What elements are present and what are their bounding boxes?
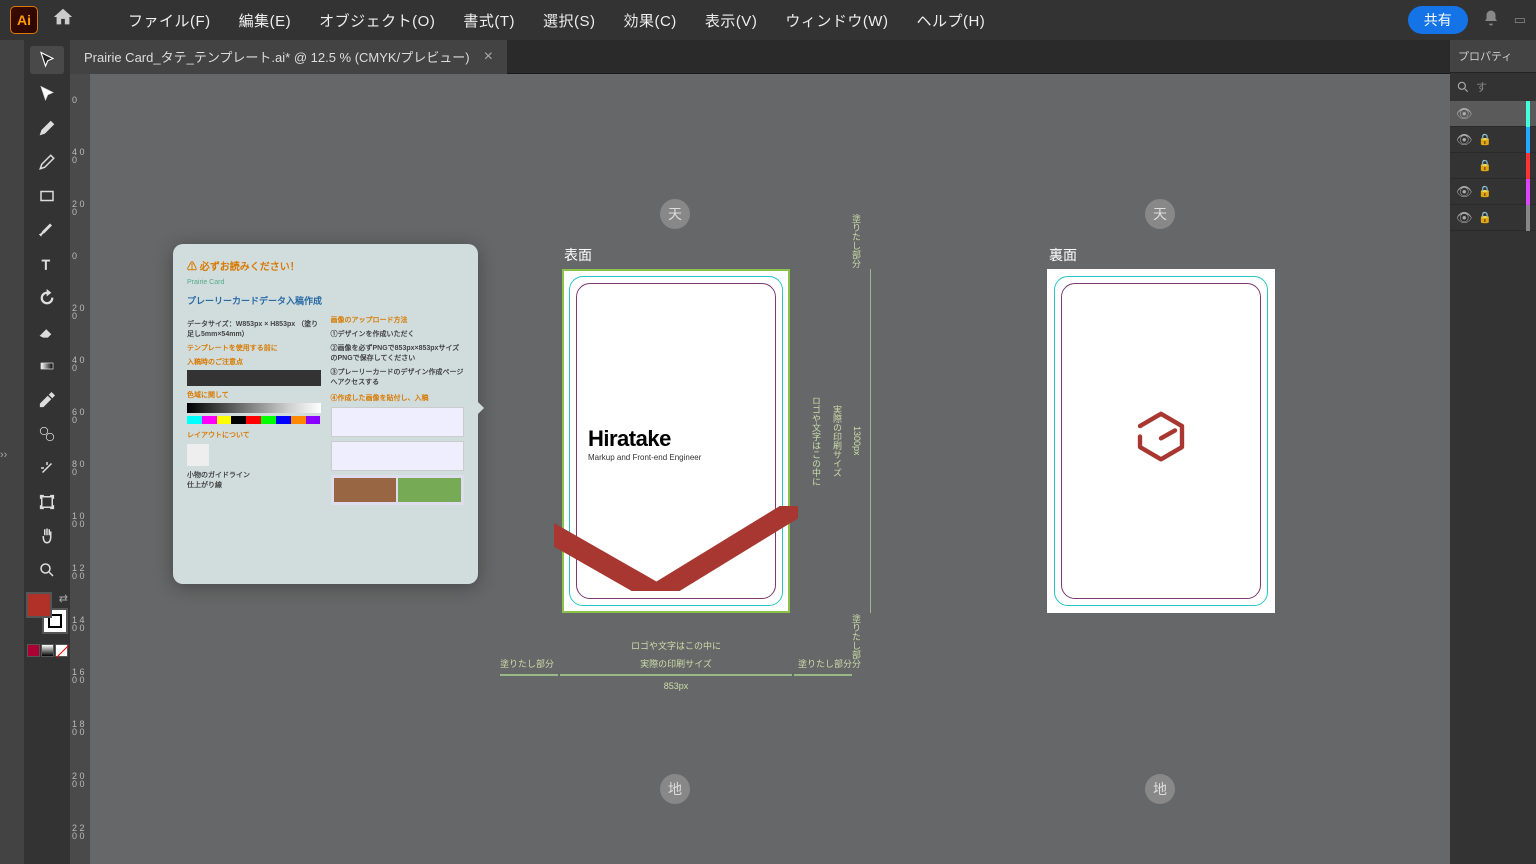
hexagon-logo [1133,409,1189,468]
callout-title: プレーリーカードデータ入稿作成 [187,294,464,307]
menu-help[interactable]: ヘルプ(H) [902,10,999,31]
document-tab-label: Prairie Card_タテ_テンプレート.ai* @ 12.5 % (CMY… [84,47,470,66]
artboard-back-label: 裏面 [1049,245,1077,265]
share-button[interactable]: 共有 [1408,6,1468,34]
bottom-badge-front: 地 [660,774,690,804]
selection-tool[interactable] [30,46,64,74]
layer-row[interactable]: 👁 [1450,101,1536,127]
color-mode-solid[interactable] [27,644,40,657]
symbol-sprayer-tool[interactable] [30,454,64,482]
type-tool[interactable]: T [30,250,64,278]
home-icon[interactable] [52,6,74,34]
vertical-dimensions: ロゴや文字はこの中に 実際の印刷サイズ 1300px [810,269,871,613]
zoom-tool[interactable] [30,556,64,584]
card-name-text: Hiratake [588,426,671,452]
lock-icon[interactable]: 🔒 [1478,133,1494,146]
visibility-icon[interactable]: 👁 [1456,184,1472,200]
visibility-icon[interactable]: 👁 [1456,132,1472,148]
menu-window[interactable]: ウィンドウ(W) [771,10,902,31]
checkmark-graphic [554,506,798,591]
canvas[interactable]: ⚠ 必ずお読みください！ Prairie Card プレーリーカードデータ入稿作… [90,74,1450,864]
menu-type[interactable]: 書式(T) [449,10,529,31]
layer-search[interactable]: す [1450,73,1536,101]
notifications-icon[interactable] [1482,9,1500,32]
callout-warning: ⚠ 必ずお読みください！ [187,258,464,273]
callout-logo: Prairie Card [187,279,464,286]
top-badge-front: 天 [660,199,690,229]
tools-panel: T ⇄ [24,40,70,864]
gradient-tool[interactable] [30,352,64,380]
eyedropper-tool[interactable] [30,386,64,414]
layer-row[interactable]: 👁🔒 [1450,127,1536,153]
arrange-icon[interactable]: ▭ [1514,12,1526,28]
bottom-badge-back: 地 [1145,774,1175,804]
menu-edit[interactable]: 編集(E) [225,10,306,31]
artboard-front[interactable]: 表面 Hiratake Markup and Front-end Enginee… [562,269,790,613]
document-tab[interactable]: Prairie Card_タテ_テンプレート.ai* @ 12.5 % (CMY… [70,40,507,74]
app-logo[interactable]: Ai [10,6,38,34]
visibility-icon[interactable]: 👁 [1456,210,1472,226]
search-icon [1456,80,1470,94]
lock-icon[interactable]: 🔒 [1478,211,1494,224]
artboard-tool[interactable] [30,488,64,516]
properties-panel: プロパティ す 👁 👁🔒 🔒 👁🔒 👁🔒 [1450,40,1536,864]
bleed-label-top: 塗りたし部分 [850,214,863,268]
panel-tab-properties[interactable]: プロパティ [1450,40,1536,73]
menu-select[interactable]: 選択(S) [529,10,610,31]
document-area: Prairie Card_タテ_テンプレート.ai* @ 12.5 % (CMY… [70,40,1450,864]
eraser-tool[interactable] [30,318,64,346]
menubar: Ai ファイル(F) 編集(E) オブジェクト(O) 書式(T) 選択(S) 効… [0,0,1536,40]
direct-selection-tool[interactable] [30,80,64,108]
menu-effect[interactable]: 効果(C) [609,10,690,31]
layer-row[interactable]: 🔒 [1450,153,1536,179]
menu-view[interactable]: 表示(V) [691,10,772,31]
color-mode-toggles[interactable] [27,644,68,657]
curvature-tool[interactable] [30,148,64,176]
horizontal-dimensions: ロゴや文字はこの中に 塗りたし部分 実際の印刷サイズ 塗りたし部分 853px [560,634,792,696]
close-tab-icon[interactable]: × [484,48,493,66]
top-badge-back: 天 [1145,199,1175,229]
lock-icon[interactable]: 🔒 [1478,159,1494,172]
menu-bar: ファイル(F) 編集(E) オブジェクト(O) 書式(T) 選択(S) 効果(C… [114,10,999,31]
lock-icon[interactable]: 🔒 [1478,185,1494,198]
layer-row[interactable]: 👁🔒 [1450,179,1536,205]
artboard-back[interactable]: 裏面 [1047,269,1275,613]
artboard-front-label: 表面 [564,245,592,265]
layer-row[interactable]: 👁🔒 [1450,205,1536,231]
rotate-tool[interactable] [30,284,64,312]
card-subtitle-text: Markup and Front-end Engineer [588,453,701,462]
rectangle-tool[interactable] [30,182,64,210]
fill-swatch[interactable] [26,592,52,618]
panel-collapse-gutter[interactable]: ›› [0,40,24,864]
swap-fill-stroke-icon[interactable]: ⇄ [59,592,68,605]
menu-file[interactable]: ファイル(F) [114,10,225,31]
menu-object[interactable]: オブジェクト(O) [305,10,449,31]
document-tabs: Prairie Card_タテ_テンプレート.ai* @ 12.5 % (CMY… [70,40,1450,74]
instructions-callout: ⚠ 必ずお読みください！ Prairie Card プレーリーカードデータ入稿作… [173,244,478,584]
pen-tool[interactable] [30,114,64,142]
visibility-icon[interactable]: 👁 [1456,106,1472,122]
vertical-ruler[interactable]: 04 0 02 0 002 0 04 0 06 0 08 0 01 0 0 01… [70,74,90,864]
blend-tool[interactable] [30,420,64,448]
color-mode-none[interactable] [55,644,68,657]
color-mode-gradient[interactable] [41,644,54,657]
svg-text:T: T [42,257,50,272]
paintbrush-tool[interactable] [30,216,64,244]
hand-tool[interactable] [30,522,64,550]
fill-stroke-swatch[interactable]: ⇄ [26,592,68,634]
